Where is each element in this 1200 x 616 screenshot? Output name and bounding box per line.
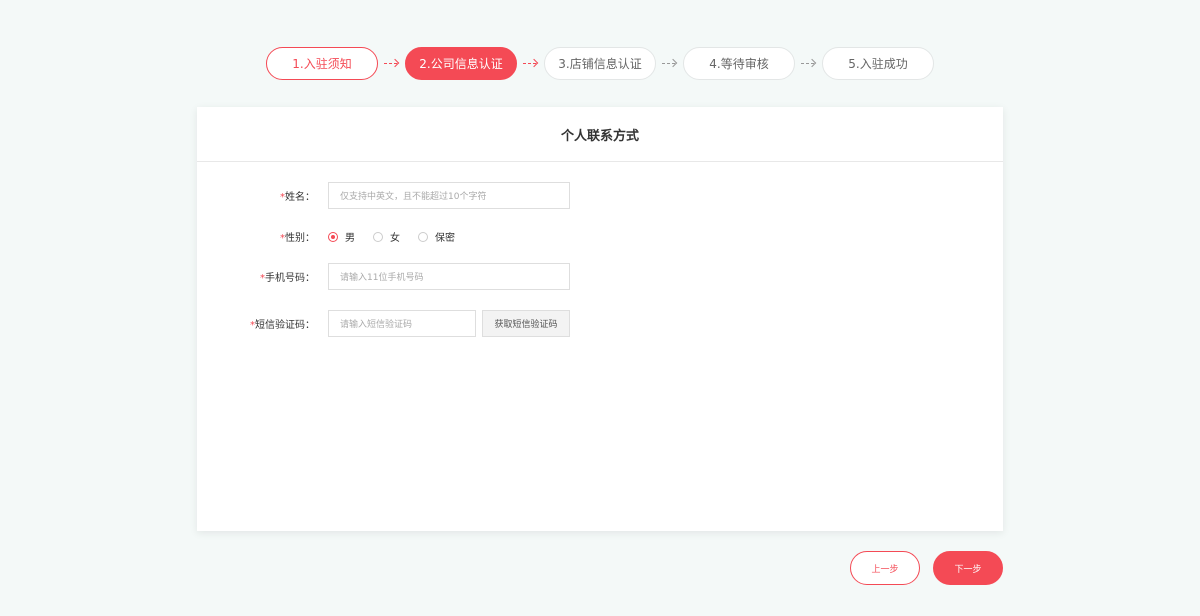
phone-row: *手机号码： 请输入11位手机号码 bbox=[197, 263, 570, 290]
prev-step-button[interactable]: 上一步 bbox=[850, 551, 920, 585]
gender-radio-group: 男 女 保密 bbox=[328, 229, 473, 244]
name-row: *姓名： 仅支持中英文，且不能超过10个字符 bbox=[197, 182, 570, 209]
sms-label-text: 短信验证码： bbox=[255, 320, 315, 331]
radio-unchecked-icon[interactable] bbox=[373, 231, 383, 242]
arrow-right-icon bbox=[656, 47, 683, 80]
phone-label: *手机号码： bbox=[197, 269, 328, 284]
gender-option-label: 女 bbox=[390, 233, 400, 244]
step-2: 2.公司信息认证 bbox=[405, 47, 517, 80]
phone-input[interactable]: 请输入11位手机号码 bbox=[328, 263, 570, 290]
name-input[interactable]: 仅支持中英文，且不能超过10个字符 bbox=[328, 182, 570, 209]
gender-option-secret[interactable]: 保密 bbox=[418, 229, 455, 244]
step-5: 5.入驻成功 bbox=[822, 47, 934, 80]
gender-option-female[interactable]: 女 bbox=[373, 229, 400, 244]
phone-label-text: 手机号码： bbox=[265, 273, 315, 284]
radio-checked-icon[interactable] bbox=[328, 231, 338, 242]
sms-row: *短信验证码： 请输入短信验证码 获取短信验证码 bbox=[197, 310, 570, 337]
get-sms-code-button[interactable]: 获取短信验证码 bbox=[482, 310, 570, 337]
gender-label: *性别： bbox=[197, 229, 328, 244]
sms-label: *短信验证码： bbox=[197, 316, 328, 331]
gender-row: *性别： 男 女 保密 bbox=[197, 228, 473, 245]
gender-option-label: 保密 bbox=[435, 233, 455, 244]
next-step-button[interactable]: 下一步 bbox=[933, 551, 1003, 585]
step-progress: 1.入驻须知 2.公司信息认证 3.店铺信息认证 4.等待审核 5.入驻成功 bbox=[266, 47, 934, 80]
gender-option-male[interactable]: 男 bbox=[328, 229, 355, 244]
radio-unchecked-icon[interactable] bbox=[418, 231, 428, 242]
arrow-right-icon bbox=[795, 47, 822, 80]
contact-form-card: 个人联系方式 *姓名： 仅支持中英文，且不能超过10个字符 *性别： 男 女 保… bbox=[197, 107, 1003, 531]
card-title: 个人联系方式 bbox=[197, 107, 1003, 162]
name-label-text: 姓名： bbox=[285, 192, 315, 203]
sms-code-input[interactable]: 请输入短信验证码 bbox=[328, 310, 476, 337]
gender-option-label: 男 bbox=[345, 233, 355, 244]
arrow-right-icon bbox=[517, 47, 544, 80]
gender-label-text: 性别： bbox=[285, 233, 315, 244]
step-3: 3.店铺信息认证 bbox=[544, 47, 656, 80]
arrow-right-icon bbox=[378, 47, 405, 80]
name-label: *姓名： bbox=[197, 188, 328, 203]
step-1: 1.入驻须知 bbox=[266, 47, 378, 80]
step-4: 4.等待审核 bbox=[683, 47, 795, 80]
